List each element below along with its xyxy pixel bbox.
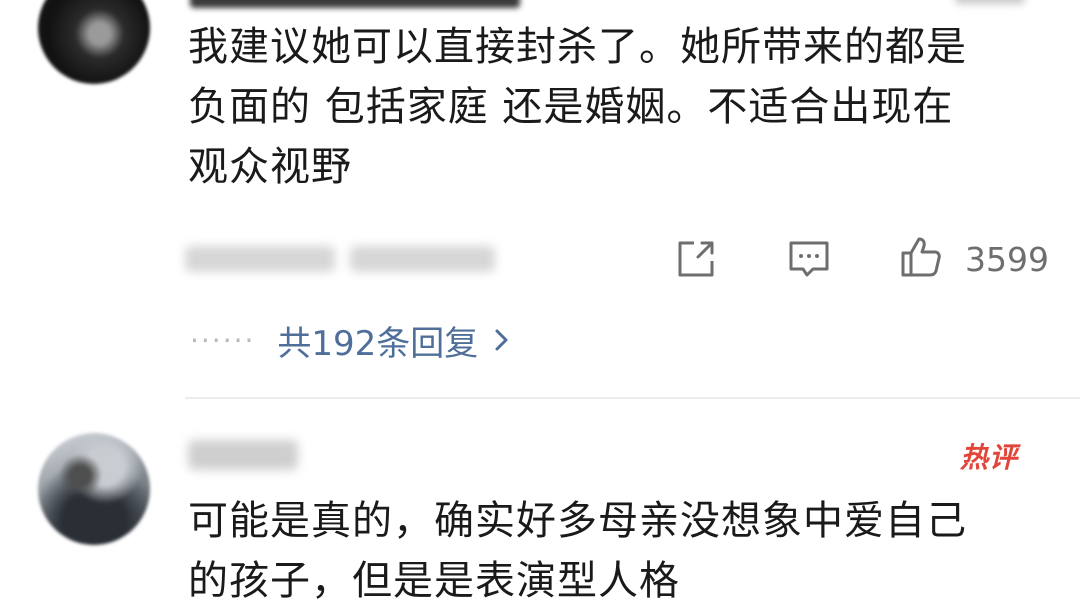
thumbs-up-icon[interactable] xyxy=(897,233,945,281)
like-count: 3599 xyxy=(965,240,1049,279)
chevron-right-icon xyxy=(495,329,508,351)
comment-reply-icon[interactable] xyxy=(785,235,833,283)
hot-comment-badge: 热评 xyxy=(960,441,1019,474)
avatar[interactable] xyxy=(38,0,150,84)
username-blurred[interactable] xyxy=(188,440,298,470)
share-icon[interactable] xyxy=(672,235,720,283)
timestamp-blurred xyxy=(185,246,335,272)
comment-meta-blurred xyxy=(955,0,1025,4)
avatar[interactable] xyxy=(38,433,150,545)
username-blurred[interactable] xyxy=(190,0,520,8)
location-blurred xyxy=(350,246,495,272)
replies-dots: ······ xyxy=(190,323,256,357)
comment-divider xyxy=(185,397,1080,399)
comment-text: 可能是真的，确实好多母亲没想象中爱自己 的孩子，但是是表演型人格 xyxy=(188,498,967,604)
view-replies-link[interactable]: 共192条回复 xyxy=(277,316,478,365)
comment-text: 我建议她可以直接封杀了。她所带来的都是 负面的 包括家庭 还是婚姻。不适合出现在… xyxy=(188,24,967,190)
view-replies-row[interactable]: ······ 共192条回复 xyxy=(190,315,512,365)
